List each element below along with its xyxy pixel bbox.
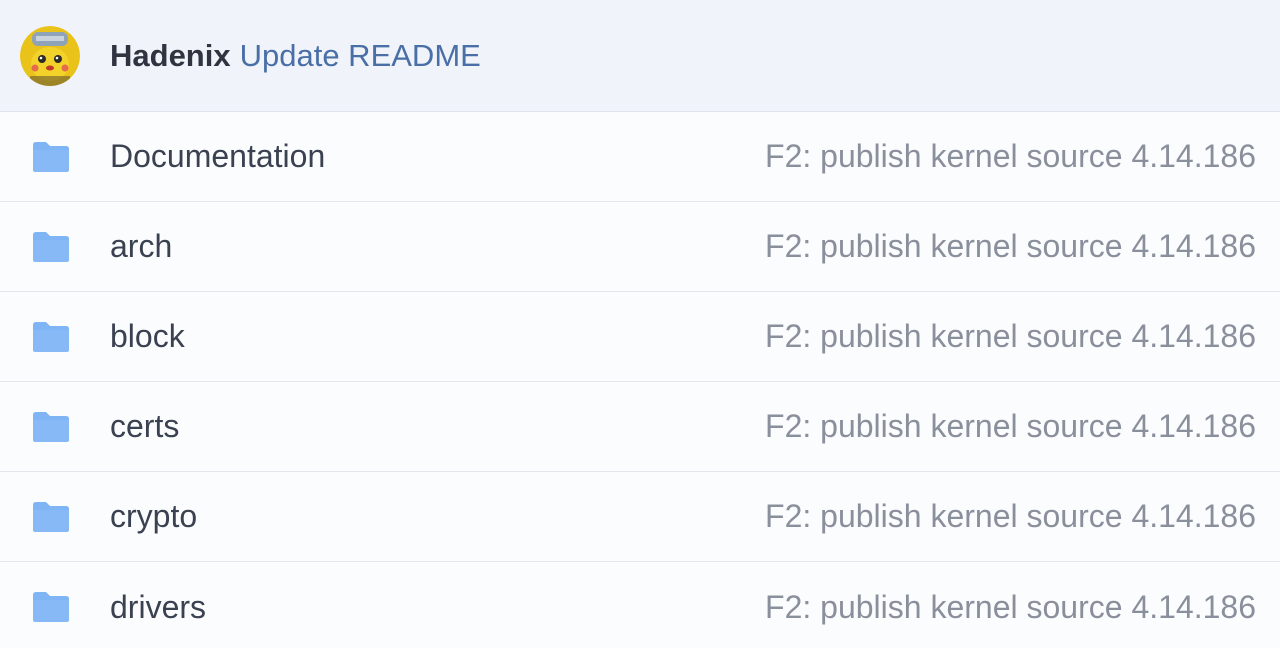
folder-icon: [31, 140, 71, 174]
avatar[interactable]: [20, 25, 80, 86]
commit-author[interactable]: Hadenix: [110, 38, 231, 73]
last-commit-message[interactable]: F2: publish kernel source 4.14.186: [765, 589, 1256, 626]
file-name-link[interactable]: block: [110, 318, 765, 355]
file-row-drivers[interactable]: drivers F2: publish kernel source 4.14.1…: [0, 562, 1280, 648]
file-list: Documentation F2: publish kernel source …: [0, 112, 1280, 648]
folder-icon: [31, 500, 71, 534]
last-commit-message[interactable]: F2: publish kernel source 4.14.186: [765, 228, 1256, 265]
last-commit-message[interactable]: F2: publish kernel source 4.14.186: [765, 408, 1256, 445]
file-row-crypto[interactable]: crypto F2: publish kernel source 4.14.18…: [0, 472, 1280, 562]
folder-icon: [31, 410, 71, 444]
file-row-arch[interactable]: arch F2: publish kernel source 4.14.186: [0, 202, 1280, 292]
file-name-link[interactable]: certs: [110, 408, 765, 445]
latest-commit-bar: Hadenix Update README: [0, 0, 1280, 112]
repo-file-browser: Hadenix Update README Documentation F2: p…: [0, 0, 1280, 648]
folder-icon: [31, 590, 71, 624]
file-name-link[interactable]: Documentation: [110, 138, 765, 175]
file-row-documentation[interactable]: Documentation F2: publish kernel source …: [0, 112, 1280, 202]
last-commit-message[interactable]: F2: publish kernel source 4.14.186: [765, 138, 1256, 175]
last-commit-message[interactable]: F2: publish kernel source 4.14.186: [765, 318, 1256, 355]
file-row-certs[interactable]: certs F2: publish kernel source 4.14.186: [0, 382, 1280, 472]
folder-icon: [31, 320, 71, 354]
file-name-link[interactable]: arch: [110, 228, 765, 265]
file-name-link[interactable]: crypto: [110, 498, 765, 535]
file-row-block[interactable]: block F2: publish kernel source 4.14.186: [0, 292, 1280, 382]
folder-icon: [31, 230, 71, 264]
commit-summary: Hadenix Update README: [110, 38, 481, 74]
file-name-link[interactable]: drivers: [110, 589, 765, 626]
last-commit-message[interactable]: F2: publish kernel source 4.14.186: [765, 498, 1256, 535]
commit-message[interactable]: Update README: [240, 38, 481, 73]
